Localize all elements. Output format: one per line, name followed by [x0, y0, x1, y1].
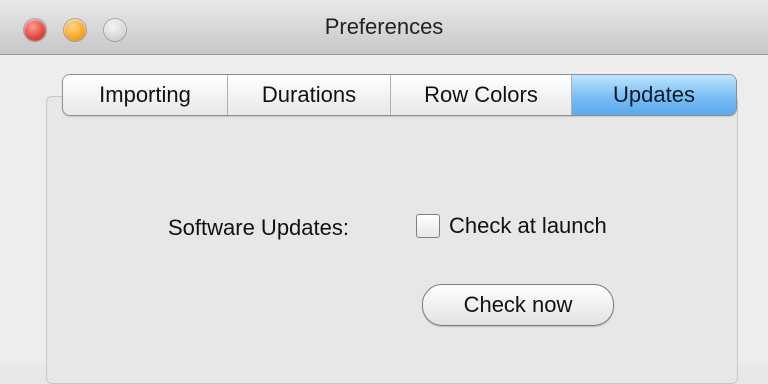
- tab-panel: Software Updates: Check at launch Check …: [46, 96, 738, 384]
- preferences-content: Software Updates: Check at launch Check …: [0, 55, 768, 384]
- check-at-launch-label[interactable]: Check at launch: [449, 213, 607, 239]
- tab-updates[interactable]: Updates: [572, 75, 736, 115]
- check-at-launch-checkbox[interactable]: [416, 214, 440, 238]
- check-now-button[interactable]: Check now: [422, 284, 614, 326]
- title-bar: Preferences: [0, 0, 768, 55]
- tab-row-colors[interactable]: Row Colors: [391, 75, 572, 115]
- check-at-launch-control[interactable]: Check at launch: [416, 213, 607, 239]
- preferences-tabs: Importing Durations Row Colors Updates: [62, 74, 737, 116]
- preferences-window: Preferences Software Updates: Check at l…: [0, 0, 768, 384]
- window-title: Preferences: [324, 14, 444, 39]
- tab-durations[interactable]: Durations: [228, 75, 391, 115]
- software-updates-label: Software Updates:: [168, 215, 349, 240]
- tab-importing[interactable]: Importing: [63, 75, 228, 115]
